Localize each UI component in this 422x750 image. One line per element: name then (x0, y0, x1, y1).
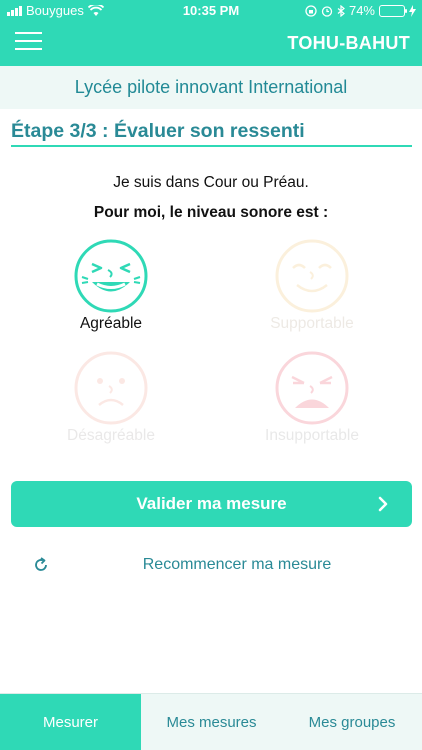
sad-face-icon (74, 351, 148, 425)
validate-measure-button[interactable]: Valider ma mesure (11, 481, 412, 527)
battery-icon (379, 4, 407, 17)
rating-label: Supportable (270, 315, 354, 332)
rating-label: Agréable (79, 315, 143, 332)
rating-option-desagreable[interactable]: Désagréable (36, 351, 186, 445)
restart-label: Recommencer ma mesure (142, 556, 332, 573)
rating-label: Désagréable (67, 427, 155, 444)
validate-label: Valider ma mesure (136, 494, 287, 513)
sound-level-question: Pour moi, le niveau sonore est : (93, 204, 329, 221)
rating-option-agreable[interactable]: Agréable (36, 239, 186, 333)
tab-mesurer[interactable]: Mesurer (0, 694, 141, 750)
rating-option-insupportable[interactable]: Insupportable (237, 351, 387, 445)
school-banner: Lycée pilote innovant International (0, 66, 422, 109)
tab-mes-mesures[interactable]: Mes mesures (141, 694, 282, 750)
hamburger-menu-icon[interactable] (15, 32, 42, 54)
app-title: TOHU-BAHUT (287, 33, 410, 53)
distressed-face-icon (275, 351, 349, 425)
restart-measure-button[interactable]: Recommencer ma mesure (0, 553, 422, 579)
tab-mes-groupes[interactable]: Mes groupes (282, 694, 422, 750)
battery-percent: 74% (348, 3, 375, 18)
nav-bar: TOHU-BAHUT (0, 22, 422, 66)
laughing-face-icon (74, 239, 148, 313)
chevron-right-icon (378, 496, 388, 512)
status-bar: Bouygues 10:35 PM 74% (0, 0, 422, 22)
bottom-tab-bar: Mesurer Mes mesures Mes groupes (0, 693, 422, 750)
step-divider (11, 145, 412, 147)
rating-label: Insupportable (265, 427, 359, 444)
rotation-lock-icon (305, 4, 317, 17)
charging-icon (409, 4, 416, 17)
step-title: Étape 3/3 : Évaluer son ressenti (11, 120, 305, 142)
bluetooth-icon (337, 4, 345, 17)
smiling-face-icon (275, 239, 349, 313)
alarm-icon (321, 5, 333, 17)
rating-option-supportable[interactable]: Supportable (237, 239, 387, 333)
location-text: Je suis dans Cour ou Préau. (113, 174, 309, 191)
status-right: 74% (305, 3, 416, 18)
school-name: Lycée pilote innovant International (74, 77, 348, 97)
